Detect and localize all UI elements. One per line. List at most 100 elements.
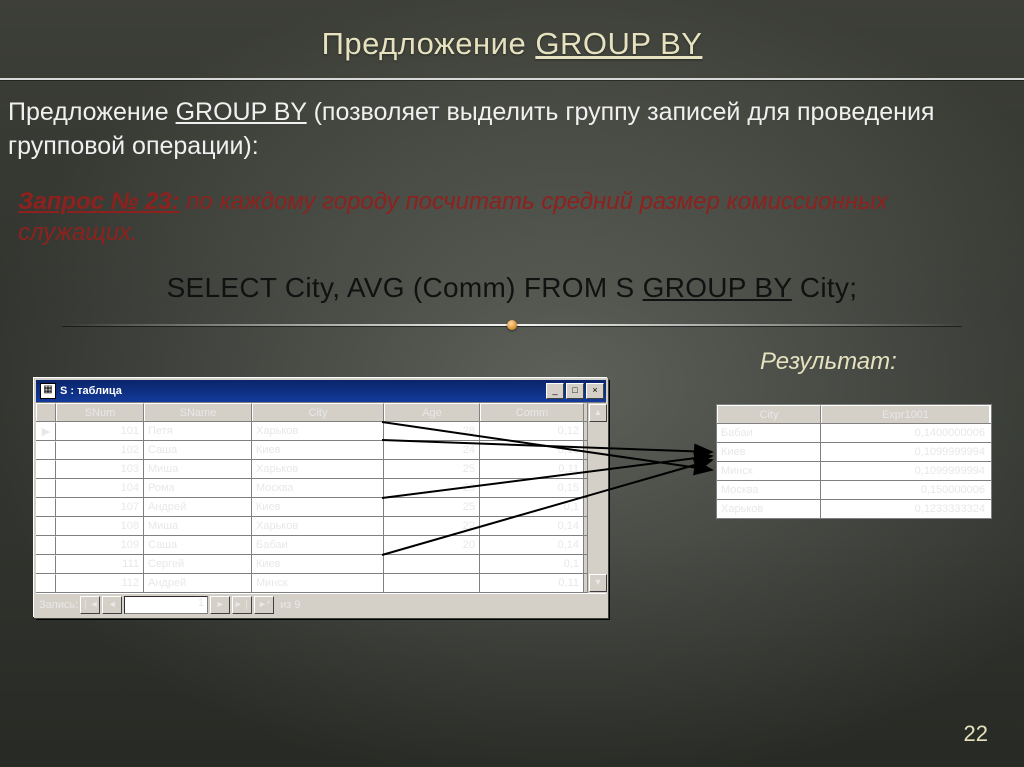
row-selector[interactable]: [36, 479, 56, 497]
cell[interactable]: Харьков: [252, 460, 384, 478]
nav-new-button[interactable]: ►*: [254, 596, 274, 614]
col-comm[interactable]: Comm: [480, 403, 584, 421]
cell[interactable]: 107: [56, 498, 144, 516]
result-row[interactable]: Москва0,150000006: [717, 481, 991, 500]
cell[interactable]: Киев: [252, 555, 384, 573]
cell[interactable]: 0,1099999994: [821, 462, 989, 480]
result-col-city[interactable]: City: [717, 405, 821, 423]
table-row[interactable]: 111СергейКиев 0,1: [36, 555, 587, 574]
cell[interactable]: Киев: [252, 441, 384, 459]
cell[interactable]: 28: [384, 422, 480, 440]
cell[interactable]: Харьков: [252, 517, 384, 535]
cell[interactable]: Петя: [144, 422, 252, 440]
cell[interactable]: 103: [56, 460, 144, 478]
cell[interactable]: Харьков: [252, 422, 384, 440]
row-selector[interactable]: [36, 460, 56, 478]
cell[interactable]: 101: [56, 422, 144, 440]
cell[interactable]: 0,1233333324: [821, 500, 989, 518]
nav-current-input[interactable]: 1: [124, 596, 208, 614]
cell[interactable]: Харьков: [717, 500, 821, 518]
row-selector[interactable]: [36, 517, 56, 535]
col-city[interactable]: City: [252, 403, 384, 421]
vertical-scrollbar[interactable]: ▲ ▼: [587, 403, 606, 593]
row-selector[interactable]: [36, 441, 56, 459]
nav-next-button[interactable]: ►: [210, 596, 230, 614]
cell[interactable]: 0,15: [480, 479, 584, 497]
nav-label: Запись:: [39, 599, 78, 611]
cell[interactable]: Сергей: [144, 555, 252, 573]
cell[interactable]: 0,11: [480, 574, 584, 592]
table-row[interactable]: 107АндрейКиев250,1: [36, 498, 587, 517]
result-row[interactable]: Минск0,1099999994: [717, 462, 991, 481]
cell[interactable]: 20: [384, 479, 480, 497]
table-row[interactable]: ▶101ПетяХарьков280,12: [36, 422, 587, 441]
cell[interactable]: Миша: [144, 517, 252, 535]
cell[interactable]: Минск: [717, 462, 821, 480]
cell[interactable]: Андрей: [144, 498, 252, 516]
col-age[interactable]: Age: [384, 403, 480, 421]
maximize-button[interactable]: □: [566, 383, 584, 399]
cell[interactable]: 109: [56, 536, 144, 554]
cell[interactable]: Москва: [252, 479, 384, 497]
cell[interactable]: 0,13: [480, 441, 584, 459]
result-col-expr[interactable]: Expr1001: [821, 405, 989, 423]
cell[interactable]: 22: [384, 517, 480, 535]
cell[interactable]: 0,1400000006: [821, 424, 989, 442]
row-selector[interactable]: [36, 498, 56, 516]
table-row[interactable]: 112АндрейМинск 0,11: [36, 574, 587, 593]
cell[interactable]: 0,1: [480, 498, 584, 516]
row-selector[interactable]: [36, 536, 56, 554]
cell[interactable]: 0,14: [480, 517, 584, 535]
col-snum[interactable]: SNum: [56, 403, 144, 421]
cell[interactable]: Москва: [717, 481, 821, 499]
cell[interactable]: Андрей: [144, 574, 252, 592]
nav-first-button[interactable]: ❘◄: [80, 596, 100, 614]
cell[interactable]: [384, 574, 480, 592]
scroll-down-button[interactable]: ▼: [589, 574, 607, 592]
titlebar[interactable]: ▦ S : таблица _ □ ×: [36, 380, 606, 402]
cell[interactable]: Киев: [252, 498, 384, 516]
cell[interactable]: 0,1: [480, 555, 584, 573]
cell[interactable]: Рома: [144, 479, 252, 497]
cell[interactable]: 0,14: [480, 536, 584, 554]
nav-prev-button[interactable]: ◄: [102, 596, 122, 614]
cell[interactable]: Киев: [717, 443, 821, 461]
cell[interactable]: 111: [56, 555, 144, 573]
result-row[interactable]: Киев0,1099999994: [717, 443, 991, 462]
selector-header[interactable]: [36, 403, 56, 421]
cell[interactable]: Саша: [144, 441, 252, 459]
cell[interactable]: Миша: [144, 460, 252, 478]
minimize-button[interactable]: _: [546, 383, 564, 399]
cell[interactable]: Бабаи: [717, 424, 821, 442]
cell[interactable]: 0,1099999994: [821, 443, 989, 461]
close-button[interactable]: ×: [586, 383, 604, 399]
cell[interactable]: 108: [56, 517, 144, 535]
row-selector[interactable]: [36, 574, 56, 592]
row-selector[interactable]: ▶: [36, 422, 56, 440]
cell[interactable]: 0,150000006: [821, 481, 989, 499]
cell[interactable]: 24: [384, 441, 480, 459]
cell[interactable]: Саша: [144, 536, 252, 554]
row-selector[interactable]: [36, 555, 56, 573]
cell[interactable]: 0,12: [480, 422, 584, 440]
cell[interactable]: 25: [384, 460, 480, 478]
result-row[interactable]: Бабаи0,1400000006: [717, 424, 991, 443]
scroll-up-button[interactable]: ▲: [589, 404, 607, 422]
col-sname[interactable]: SName: [144, 403, 252, 421]
cell[interactable]: Бабаи: [252, 536, 384, 554]
cell[interactable]: Минск: [252, 574, 384, 592]
table-row[interactable]: 108МишаХарьков220,14: [36, 517, 587, 536]
table-row[interactable]: 102СашаКиев240,13: [36, 441, 587, 460]
result-row[interactable]: Харьков0,1233333324: [717, 500, 991, 518]
cell[interactable]: 0,11: [480, 460, 584, 478]
cell[interactable]: 20: [384, 536, 480, 554]
cell[interactable]: [384, 555, 480, 573]
table-row[interactable]: 109СашаБабаи200,14: [36, 536, 587, 555]
cell[interactable]: 112: [56, 574, 144, 592]
nav-last-button[interactable]: ►❘: [232, 596, 252, 614]
cell[interactable]: 102: [56, 441, 144, 459]
cell[interactable]: 104: [56, 479, 144, 497]
table-row[interactable]: 103МишаХарьков250,11: [36, 460, 587, 479]
cell[interactable]: 25: [384, 498, 480, 516]
table-row[interactable]: 104РомаМосква200,15: [36, 479, 587, 498]
